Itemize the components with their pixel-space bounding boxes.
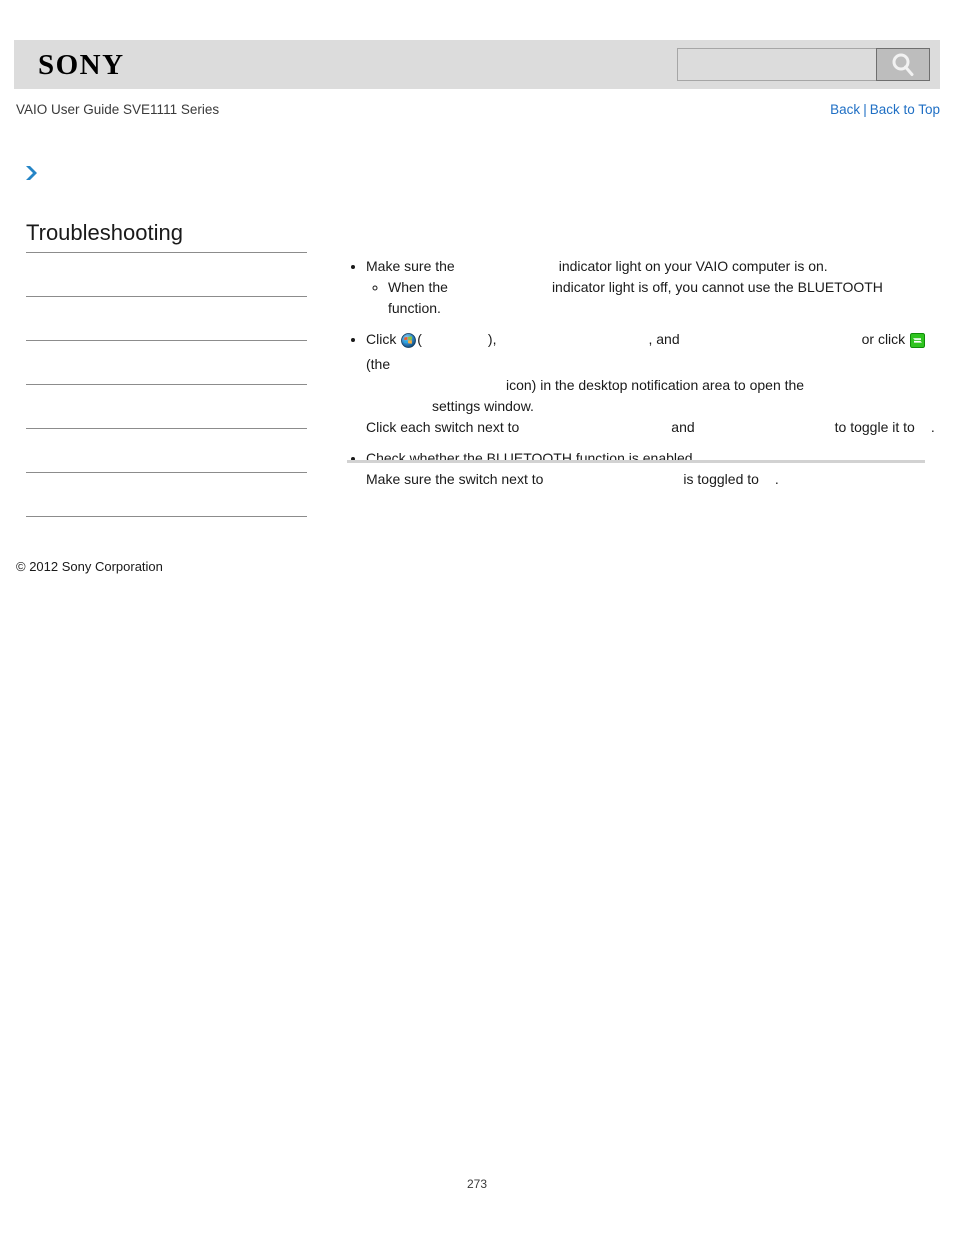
step-text: Click bbox=[366, 331, 397, 347]
search-icon bbox=[890, 52, 916, 78]
sony-logo: SONY bbox=[38, 49, 125, 81]
sub-step-text: indicator light is off, you cannot use t… bbox=[388, 279, 883, 316]
step-text: ( bbox=[417, 331, 422, 347]
sidebar-item-1[interactable] bbox=[26, 297, 307, 341]
step-text: . bbox=[774, 471, 779, 487]
back-link[interactable]: Back bbox=[830, 102, 860, 117]
search-area bbox=[677, 48, 930, 81]
step-text: ), bbox=[487, 331, 497, 347]
windows-start-orb-icon[interactable] bbox=[401, 333, 417, 354]
sidebar-item-3[interactable] bbox=[26, 385, 307, 429]
step-text: Make sure the switch next to bbox=[366, 471, 544, 487]
list-item: When theindicator light is off, you cann… bbox=[388, 277, 937, 319]
step-text: is toggled to bbox=[683, 471, 759, 487]
sidebar-item-4[interactable] bbox=[26, 429, 307, 473]
copyright-notice: © 2012 Sony Corporation bbox=[16, 559, 163, 574]
step-text: Click each switch next to bbox=[366, 419, 520, 435]
step-line: icon) in the desktop notification area t… bbox=[366, 375, 937, 396]
back-to-top-link[interactable]: Back to Top bbox=[870, 102, 940, 117]
chevron-right-icon bbox=[24, 164, 40, 182]
sidebar-item-0[interactable] bbox=[26, 253, 307, 297]
list-item: Check whether the BLUETOOTH function is … bbox=[366, 448, 937, 490]
sidebar-item-5[interactable] bbox=[26, 473, 307, 517]
breadcrumb[interactable] bbox=[24, 163, 40, 183]
search-input[interactable] bbox=[677, 48, 876, 81]
site-header: SONY bbox=[14, 40, 940, 89]
sub-step-list: When theindicator light is off, you cann… bbox=[366, 277, 937, 319]
step-text: . bbox=[930, 419, 935, 435]
step-text: and bbox=[671, 419, 695, 435]
step-text: Make sure the bbox=[366, 258, 455, 274]
step-text: indicator light on your VAIO computer is… bbox=[558, 258, 828, 274]
step-text: Check whether the BLUETOOTH function is … bbox=[366, 450, 697, 466]
sidebar-item-2[interactable] bbox=[26, 341, 307, 385]
step-line: settings window. bbox=[366, 396, 937, 417]
page-title: Troubleshooting bbox=[26, 220, 183, 245]
page-number: 273 bbox=[466, 1177, 488, 1191]
vaio-wireless-switch-icon[interactable] bbox=[910, 333, 926, 354]
step-text: (the bbox=[366, 356, 391, 372]
main-content: Make sure the indicator light on your VAI… bbox=[347, 256, 937, 500]
step-text: to toggle it to bbox=[834, 419, 915, 435]
header-nav-links: Back | Back to Top bbox=[830, 102, 940, 117]
sidebar-list bbox=[26, 252, 307, 517]
list-item: Click bbox=[366, 329, 937, 438]
step-text: icon) in the desktop notification area t… bbox=[506, 377, 805, 393]
step-line: Check whether the BLUETOOTH function is … bbox=[366, 448, 937, 469]
troubleshooting-steps: Make sure the indicator light on your VAI… bbox=[347, 256, 937, 490]
list-item: Make sure the indicator light on your VAI… bbox=[366, 256, 937, 319]
sub-step-text: When the bbox=[388, 279, 448, 295]
step-line: Click each switch next to and to toggle it… bbox=[366, 417, 937, 438]
nav-separator: | bbox=[863, 102, 867, 117]
guide-title: VAIO User Guide SVE1111 Series bbox=[16, 102, 220, 117]
sidebar: Troubleshooting bbox=[26, 220, 307, 517]
step-text: , and bbox=[648, 331, 680, 347]
step-line: Click bbox=[366, 329, 937, 375]
step-text: settings window. bbox=[432, 398, 534, 414]
step-text: or click bbox=[861, 331, 906, 347]
search-button[interactable] bbox=[876, 48, 930, 81]
step-line: Make sure the switch next to is toggled t… bbox=[366, 469, 937, 490]
content-divider bbox=[347, 460, 925, 463]
